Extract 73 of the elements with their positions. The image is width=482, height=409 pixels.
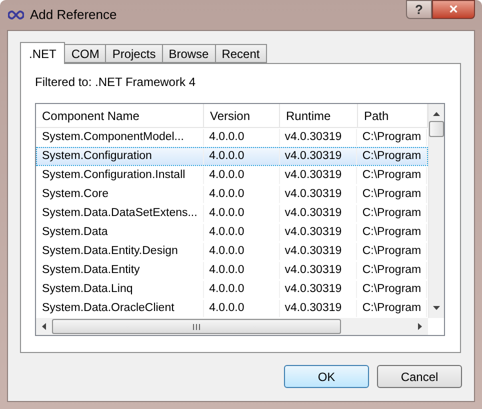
tab[interactable]: COM (64, 44, 106, 63)
table-cell: C:\Program (357, 262, 427, 279)
tab[interactable]: Browse (162, 44, 216, 63)
table-row[interactable]: System.Data.Entity.Design 4.0.0.0 v4.0.30319 C:\Program (36, 242, 428, 261)
filter-label: Filtered to: .NET Framework 4 (35, 74, 196, 91)
table-cell: v4.0.30319 (280, 205, 358, 222)
table-cell: v4.0.30319 (280, 281, 358, 298)
table-cell: v4.0.30319 (280, 129, 358, 146)
table-cell: v4.0.30319 (280, 243, 358, 260)
table-cell: C:\Program (357, 129, 427, 146)
table-cell: v4.0.30319 (280, 224, 358, 241)
table-cell: v4.0.30319 (280, 148, 358, 165)
table-cell: v4.0.30319 (280, 186, 358, 203)
up-arrow-icon[interactable] (433, 112, 440, 116)
table-cell: v4.0.30319 (280, 167, 358, 184)
tab[interactable]: Recent (214, 44, 267, 63)
cancel-button[interactable]: Cancel (377, 365, 462, 388)
column-header[interactable]: Runtime (280, 104, 358, 127)
table-cell: 4.0.0.0 (204, 300, 280, 317)
table-cell: 4.0.0.0 (204, 281, 280, 298)
table-row[interactable]: System.ComponentModel... 4.0.0.0 v4.0.30319 C:\Program (36, 128, 428, 147)
table-cell: C:\Program (357, 205, 427, 222)
window-title: Add Reference (30, 6, 117, 24)
table-cell: System.Data.OracleClient (37, 300, 204, 317)
right-arrow-icon[interactable] (418, 323, 422, 330)
table-cell: C:\Program (357, 224, 427, 241)
table-row[interactable]: System.Data.OracleClient 4.0.0.0 v4.0.30319 C:\Program (36, 299, 428, 318)
table-cell: C:\Program (357, 186, 427, 203)
table-cell: v4.0.30319 (280, 262, 358, 279)
table-cell: 4.0.0.0 (204, 148, 280, 165)
down-arrow-icon[interactable] (433, 306, 440, 310)
column-header[interactable]: Component Name (36, 104, 204, 127)
table-cell: 4.0.0.0 (204, 205, 280, 222)
table-cell: 4.0.0.0 (204, 167, 280, 184)
tab[interactable]: Projects (105, 44, 163, 63)
table-cell: C:\Program (357, 300, 427, 317)
table-cell: 4.0.0.0 (204, 186, 280, 203)
table-row[interactable]: System.Data.Linq 4.0.0.0 v4.0.30319 C:\Program (36, 280, 428, 299)
table-cell: System.Core (37, 186, 204, 203)
table-cell: 4.0.0.0 (204, 262, 280, 279)
table-row[interactable]: System.Core 4.0.0.0 v4.0.30319 C:\Program (36, 185, 428, 204)
infinity-icon (8, 10, 24, 20)
table-cell: System.Data.Linq (37, 281, 204, 298)
table-cell: C:\Program (357, 243, 427, 260)
tab[interactable]: .NET (20, 42, 66, 64)
table-cell: v4.0.30319 (280, 300, 358, 317)
table-cell: System.Data (37, 224, 204, 241)
table-cell: System.Data.Entity.Design (37, 243, 204, 260)
table-cell: System.Configuration.Install (37, 167, 204, 184)
grip-icon (193, 324, 200, 330)
table-cell: System.Configuration (37, 148, 204, 165)
table-cell: C:\Program (357, 167, 427, 184)
help-button[interactable]: ? (406, 0, 432, 19)
horizontal-scrollbar[interactable] (36, 318, 428, 335)
table-cell: System.Data.DataSetExtens... (37, 205, 204, 222)
table-cell: 4.0.0.0 (204, 224, 280, 241)
table-cell: System.Data.Entity (37, 262, 204, 279)
table-row[interactable]: System.Data.Entity 4.0.0.0 v4.0.30319 C:\Program (36, 261, 428, 280)
scroll-thumb[interactable] (429, 121, 444, 137)
table-cell: System.ComponentModel... (37, 129, 204, 146)
vertical-scrollbar[interactable] (428, 104, 444, 318)
table-cell: 4.0.0.0 (204, 129, 280, 146)
column-header[interactable]: Version (204, 104, 280, 127)
table-cell: C:\Program (357, 148, 427, 165)
scroll-thumb[interactable] (52, 319, 341, 334)
left-arrow-icon[interactable] (42, 323, 46, 330)
table-row[interactable]: System.Configuration 4.0.0.0 v4.0.30319 C:\Program (36, 147, 428, 166)
table-cell: C:\Program (357, 281, 427, 298)
table-row[interactable]: System.Data 4.0.0.0 v4.0.30319 C:\Program (36, 223, 428, 242)
ok-button[interactable]: OK (284, 365, 369, 388)
table-cell: 4.0.0.0 (204, 243, 280, 260)
table-row[interactable]: System.Configuration.Install 4.0.0.0 v4.0.30319 C:\Program (36, 166, 428, 185)
table-row[interactable]: System.Data.DataSetExtens... 4.0.0.0 v4.0.30319 C:\Program (36, 204, 428, 223)
